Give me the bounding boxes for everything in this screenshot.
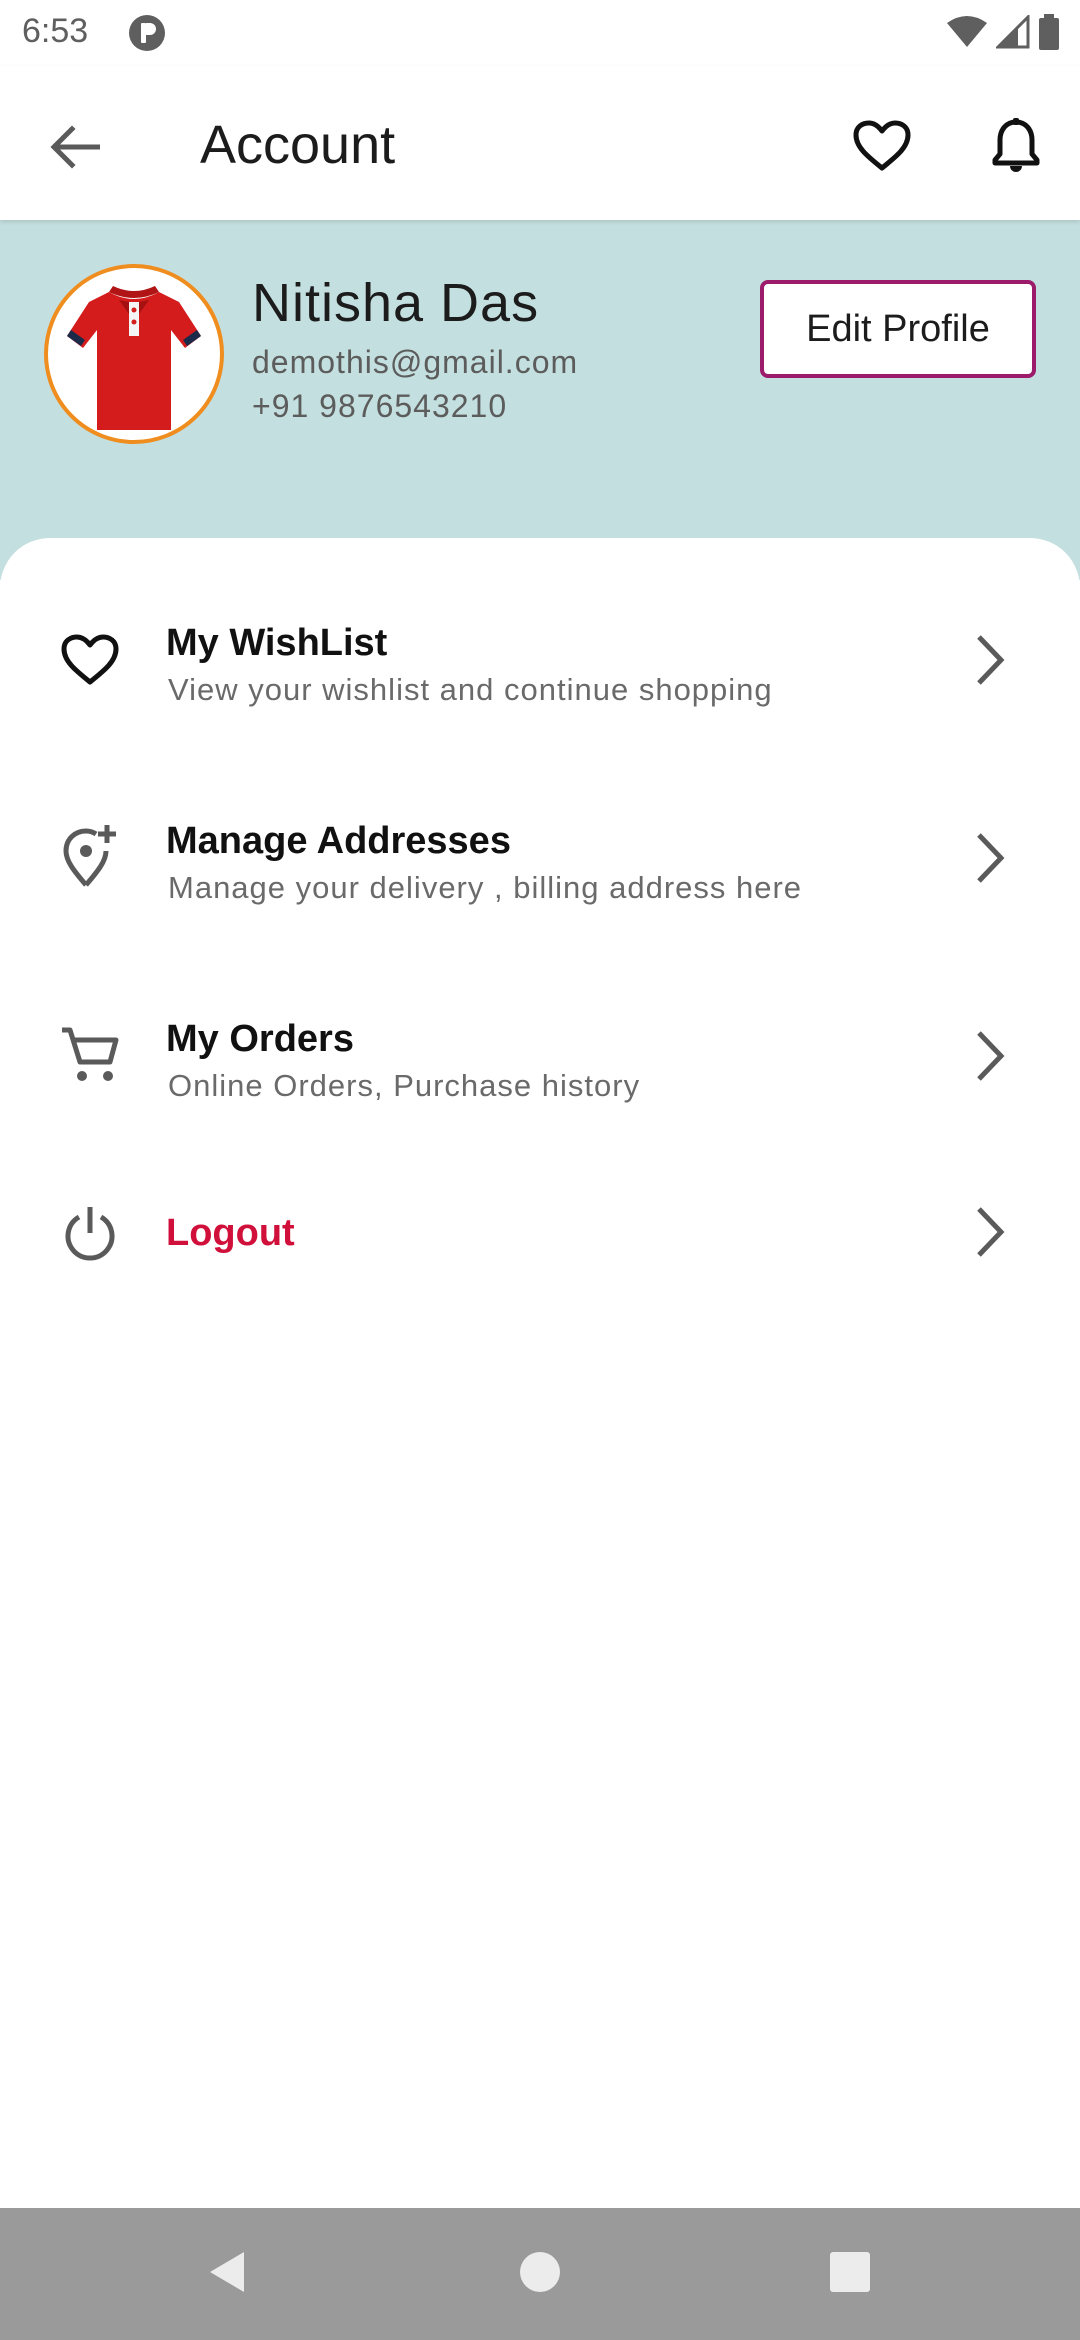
menu-item-orders[interactable]: My Orders Online Orders, Purchase histor… (0, 988, 1080, 1138)
chevron-right-icon (960, 1016, 1020, 1096)
account-menu: My WishList View your wishlist and conti… (0, 538, 1080, 2208)
polo-shirt-image (67, 286, 201, 430)
menu-item-subtitle: Manage your delivery , billing address h… (168, 870, 803, 905)
heart-outline-icon (50, 620, 130, 700)
profile-email: demothis@gmail.com (252, 344, 579, 380)
profile-phone: +91 9876543210 (252, 388, 508, 424)
menu-item-subtitle: View your wishlist and continue shopping (168, 672, 773, 707)
app-bar: Account (0, 66, 1080, 220)
heart-icon (853, 120, 911, 177)
nav-home-button[interactable] (504, 2238, 576, 2310)
menu-item-wishlist[interactable]: My WishList View your wishlist and conti… (0, 592, 1080, 742)
add-location-icon (50, 816, 130, 896)
menu-item-title: My WishList (166, 622, 388, 664)
chevron-right-icon (960, 818, 1020, 898)
profile-header: Nitisha Das demothis@gmail.com +91 98765… (0, 220, 1080, 580)
nav-recents-icon (828, 2250, 872, 2299)
app-notification-icon (128, 14, 166, 52)
status-indicators (946, 13, 1060, 55)
logout-label: Logout (166, 1212, 295, 1254)
wifi-icon (946, 15, 988, 54)
notifications-button[interactable] (980, 112, 1052, 184)
edit-profile-button[interactable]: Edit Profile (760, 280, 1036, 378)
chevron-right-icon (960, 620, 1020, 700)
chevron-right-icon (960, 1192, 1020, 1272)
nav-back-icon (204, 2248, 248, 2301)
profile-name: Nitisha Das (252, 273, 540, 333)
wishlist-button[interactable] (846, 112, 918, 184)
status-time: 6:53 (22, 12, 89, 50)
menu-item-title: Manage Addresses (166, 820, 511, 862)
battery-icon (1038, 14, 1060, 55)
back-arrow-icon (50, 124, 101, 174)
system-nav-bar (0, 2208, 1080, 2340)
avatar[interactable] (44, 264, 224, 444)
status-bar: 6:53 (0, 0, 1080, 66)
signal-icon (994, 13, 1030, 54)
back-button[interactable] (40, 114, 110, 184)
menu-item-addresses[interactable]: Manage Addresses Manage your delivery , … (0, 790, 1080, 940)
menu-item-title: My Orders (166, 1018, 354, 1060)
nav-recents-button[interactable] (814, 2238, 886, 2310)
bell-icon (992, 117, 1040, 179)
power-icon (50, 1192, 130, 1272)
nav-back-button[interactable] (190, 2238, 262, 2310)
nav-home-icon (518, 2250, 562, 2299)
page-title: Account (200, 115, 396, 175)
cart-icon (50, 1014, 130, 1094)
menu-item-logout[interactable]: Logout (0, 1168, 1080, 1298)
menu-item-subtitle: Online Orders, Purchase history (168, 1068, 641, 1103)
